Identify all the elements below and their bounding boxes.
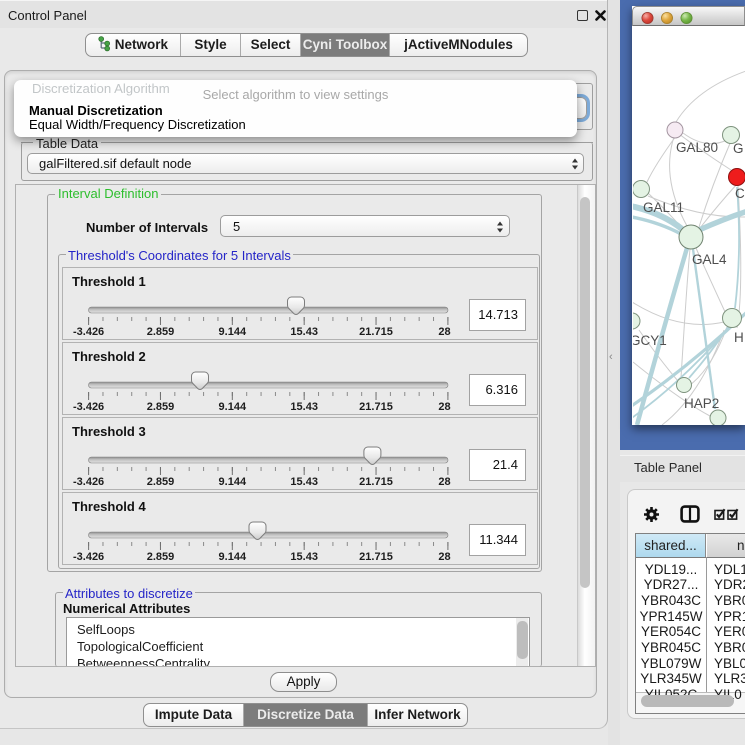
svg-text:9.144: 9.144 <box>219 401 247 413</box>
svg-text:-3.426: -3.426 <box>73 401 104 413</box>
svg-text:HAP2: HAP2 <box>684 396 719 411</box>
svg-text:9.144: 9.144 <box>219 326 247 338</box>
svg-text:9.144: 9.144 <box>219 476 247 488</box>
svg-text:-3.426: -3.426 <box>73 551 104 563</box>
svg-text:GAL4: GAL4 <box>692 252 727 267</box>
svg-text:15.43: 15.43 <box>290 401 318 413</box>
svg-text:28: 28 <box>438 476 450 488</box>
svg-text:GAL11: GAL11 <box>643 200 684 215</box>
svg-text:2.859: 2.859 <box>147 326 175 338</box>
svg-text:21.715: 21.715 <box>359 551 393 563</box>
svg-text:C: C <box>735 186 745 201</box>
svg-text:2.859: 2.859 <box>147 476 175 488</box>
svg-text:15.43: 15.43 <box>290 476 318 488</box>
svg-text:-3.426: -3.426 <box>73 476 104 488</box>
svg-text:GAL80: GAL80 <box>676 140 718 155</box>
svg-text:G: G <box>733 141 744 156</box>
svg-text:9.144: 9.144 <box>219 551 247 563</box>
svg-text:21.715: 21.715 <box>359 326 393 338</box>
svg-text:28: 28 <box>438 401 450 413</box>
svg-text:-3.426: -3.426 <box>73 326 104 338</box>
svg-text:GCY1: GCY1 <box>633 333 667 348</box>
svg-text:28: 28 <box>438 326 450 338</box>
svg-text:28: 28 <box>438 551 450 563</box>
svg-text:H: H <box>734 330 744 345</box>
svg-text:15.43: 15.43 <box>290 551 318 563</box>
svg-text:21.715: 21.715 <box>359 401 393 413</box>
svg-text:2.859: 2.859 <box>147 551 175 563</box>
svg-text:15.43: 15.43 <box>290 326 318 338</box>
svg-text:21.715: 21.715 <box>359 476 393 488</box>
svg-text:2.859: 2.859 <box>147 401 175 413</box>
